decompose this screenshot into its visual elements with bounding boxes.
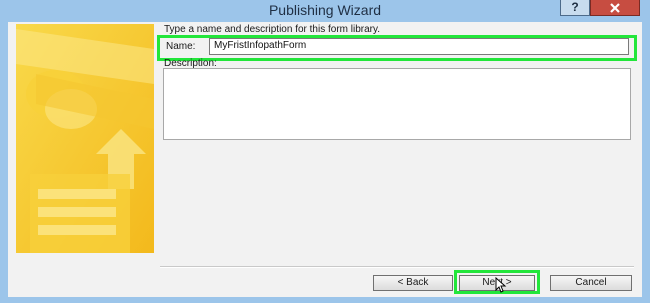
help-button[interactable]: ?	[560, 0, 590, 16]
window-title: Publishing Wizard	[268, 2, 382, 18]
back-button[interactable]: < Back	[373, 275, 453, 291]
close-button[interactable]	[590, 0, 640, 16]
window-frame-left	[0, 22, 8, 303]
mouse-cursor-icon	[495, 277, 507, 293]
close-icon	[610, 3, 620, 13]
wizard-banner-image	[16, 24, 154, 253]
description-textarea[interactable]	[163, 68, 631, 140]
window-frame-bottom	[0, 297, 650, 303]
cancel-button[interactable]: Cancel	[550, 275, 632, 291]
name-input-value: MyFristInfopathForm	[214, 40, 307, 51]
window-frame-right	[642, 22, 650, 303]
name-input[interactable]: MyFristInfopathForm	[209, 38, 629, 55]
name-label: Name:	[166, 41, 196, 52]
title-bar: Publishing Wizard ?	[0, 0, 650, 22]
button-separator	[160, 266, 634, 268]
instruction-text: Type a name and description for this for…	[164, 24, 381, 35]
